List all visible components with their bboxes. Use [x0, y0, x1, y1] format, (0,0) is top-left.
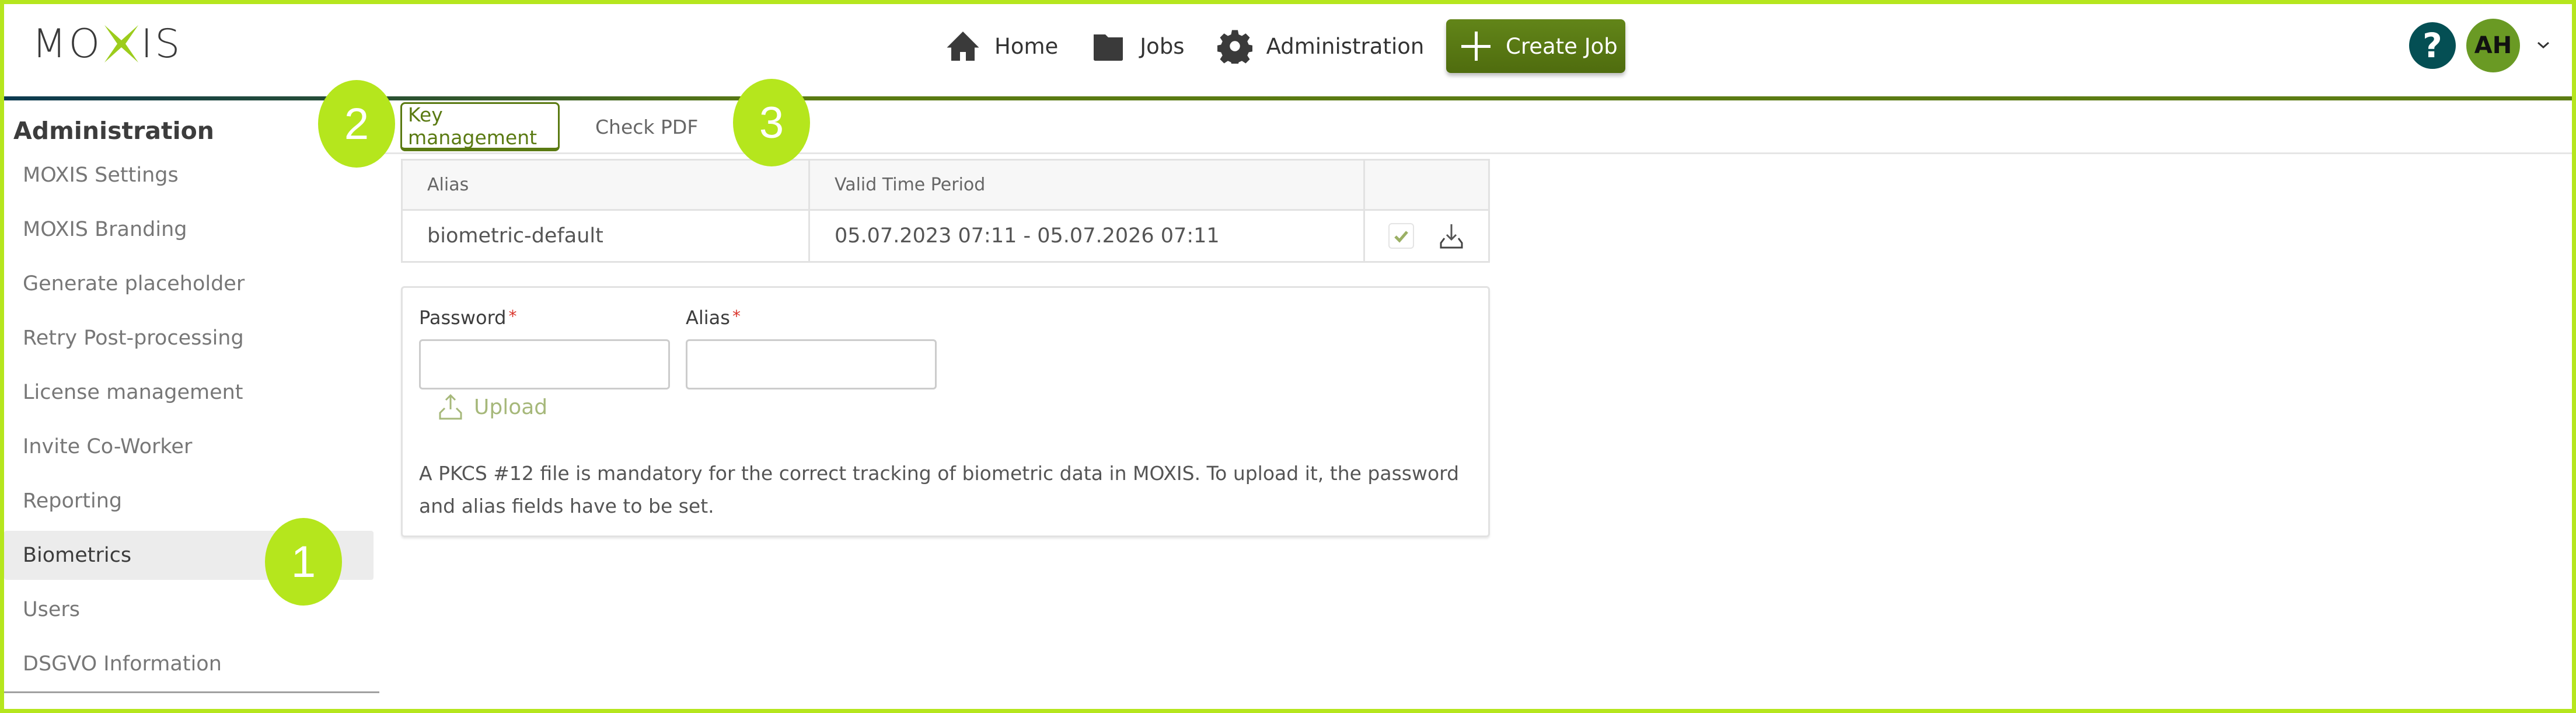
password-label: Password * — [419, 307, 516, 329]
sidebar-title: Administration — [13, 117, 214, 145]
sidebar-item-generate-placeholder[interactable]: Generate placeholder — [4, 259, 374, 308]
cell-actions — [1365, 211, 1488, 261]
nav-jobs[interactable]: Jobs — [1091, 29, 1185, 64]
gear-icon — [1217, 30, 1252, 64]
user-menu-chevron-down-icon[interactable] — [2535, 36, 2552, 54]
folder-icon — [1094, 34, 1123, 61]
nav-jobs-label: Jobs — [1140, 33, 1185, 59]
column-header-valid-time-period[interactable]: Valid Time Period — [810, 161, 1365, 209]
required-asterisk: * — [508, 307, 517, 326]
nav-administration[interactable]: Administration — [1217, 29, 1425, 64]
sidebar-item-reporting[interactable]: Reporting — [4, 477, 374, 526]
upload-label: Upload — [474, 395, 548, 419]
sidebar-item-moxis-settings[interactable]: MOXIS Settings — [4, 151, 374, 200]
tab-key-management[interactable]: Key management — [400, 102, 560, 151]
moxis-logo[interactable]: MO IS — [32, 20, 183, 67]
logo-x-mark-icon — [103, 25, 139, 62]
nav-home[interactable]: Home — [945, 29, 1058, 64]
column-header-actions — [1365, 161, 1488, 209]
upload-key-card: Password * Alias * Upload A PKCS #12 file … — [401, 286, 1490, 537]
download-button[interactable] — [1437, 222, 1465, 250]
plus-icon — [1461, 32, 1491, 61]
avatar-initials: AH — [2474, 32, 2512, 59]
logo-text-right: IS — [141, 20, 183, 67]
sidebar-item-moxis-branding[interactable]: MOXIS Branding — [4, 205, 374, 254]
create-job-button[interactable]: Create Job — [1446, 19, 1625, 73]
alias-label: Alias * — [686, 307, 741, 329]
logo-text-left: MO — [32, 20, 103, 67]
alias-label-text: Alias — [686, 307, 730, 329]
required-asterisk: * — [732, 307, 741, 326]
sidebar-item-invite-co-worker[interactable]: Invite Co-Worker — [4, 422, 374, 471]
default-key-checkbox[interactable] — [1388, 223, 1414, 249]
upload-icon — [439, 394, 462, 420]
nav-administration-label: Administration — [1266, 33, 1425, 59]
top-header: MO IS Home Jobs Administration Create Jo… — [0, 0, 2576, 98]
sidebar-item-retry-post-processing[interactable]: Retry Post-processing — [4, 314, 374, 363]
create-job-label: Create Job — [1506, 33, 1618, 59]
tab-bar: Key management Check PDF — [379, 100, 2572, 154]
callout-3: 3 — [733, 79, 810, 166]
column-header-alias[interactable]: Alias — [403, 161, 810, 209]
sidebar-item-license-management[interactable]: License management — [4, 368, 374, 417]
upload-button[interactable]: Upload — [438, 393, 547, 421]
keys-table: Alias Valid Time Period biometric-defaul… — [401, 159, 1490, 263]
help-button[interactable]: ? — [2409, 22, 2456, 69]
pkcs12-info-text: A PKCS #12 file is mandatory for the cor… — [419, 462, 1460, 517]
password-label-text: Password — [419, 307, 507, 329]
alias-input[interactable] — [686, 339, 937, 389]
admin-sidebar: Administration MOXIS Settings MOXIS Bran… — [4, 100, 379, 709]
table-header: Alias Valid Time Period — [403, 161, 1488, 211]
tab-check-pdf[interactable]: Check PDF — [589, 102, 704, 151]
password-input[interactable] — [419, 339, 670, 389]
callout-1: 1 — [265, 518, 342, 606]
checkmark-icon — [1394, 231, 1408, 243]
header-divider — [4, 96, 2572, 100]
main-nav: Home Jobs Administration — [945, 19, 1457, 73]
callout-2: 2 — [318, 80, 395, 168]
cell-alias: biometric-default — [403, 211, 810, 261]
nav-home-label: Home — [994, 33, 1059, 59]
home-icon — [947, 32, 979, 61]
download-icon — [1440, 224, 1462, 249]
table-row: biometric-default 05.07.2023 07:11 - 05.… — [403, 211, 1488, 261]
cell-valid-time-period: 05.07.2023 07:11 - 05.07.2026 07:11 — [810, 211, 1365, 261]
help-icon: ? — [2423, 26, 2442, 65]
user-avatar[interactable]: AH — [2466, 19, 2520, 72]
sidebar-divider — [4, 691, 379, 693]
sidebar-item-dsgvo-information[interactable]: DSGVO Information — [4, 639, 374, 688]
